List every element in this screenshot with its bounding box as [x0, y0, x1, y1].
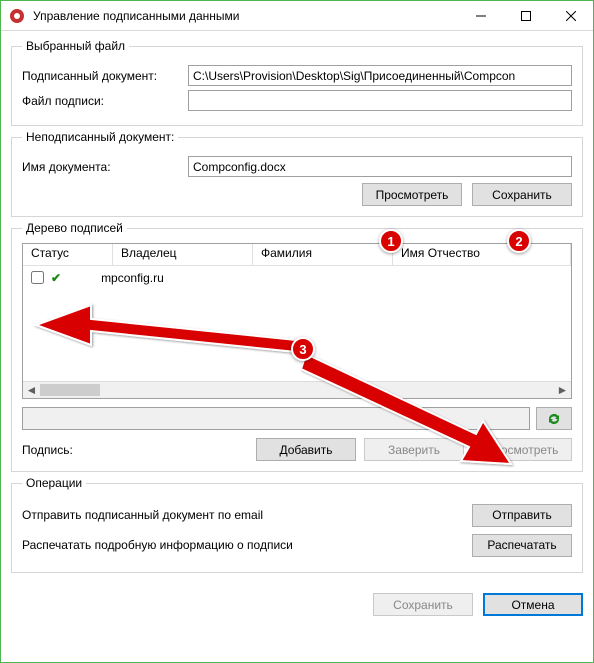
tree-row-text: mpconfig.ru	[101, 271, 164, 285]
view-signature-button: Просмотреть	[472, 438, 572, 461]
add-signature-button[interactable]: Добавить	[256, 438, 356, 461]
unsigned-doc-legend: Неподписанный документ:	[22, 130, 178, 144]
annotation-badge-1: 1	[379, 229, 403, 253]
app-icon	[9, 8, 25, 24]
close-button[interactable]	[548, 1, 593, 31]
view-unsigned-button[interactable]: Просмотреть	[362, 183, 462, 206]
scroll-left-icon[interactable]: ◄	[23, 383, 40, 397]
operations-legend: Операции	[22, 476, 86, 490]
print-info-button[interactable]: Распечатать	[472, 534, 572, 557]
footer-cancel-button[interactable]: Отмена	[483, 593, 583, 616]
send-email-label: Отправить подписанный документ по email	[22, 508, 263, 522]
check-icon: ✔	[51, 271, 61, 285]
col-owner[interactable]: Владелец	[113, 244, 253, 265]
col-status[interactable]: Статус	[23, 244, 113, 265]
unsigned-doc-group: Неподписанный документ: Имя документа: П…	[11, 130, 583, 217]
dialog-footer: Сохранить Отмена	[1, 587, 593, 626]
sig-file-label: Файл подписи:	[22, 94, 180, 108]
titlebar: Управление подписанными данными	[1, 1, 593, 31]
footer-save-button: Сохранить	[373, 593, 473, 616]
doc-name-input[interactable]	[188, 156, 572, 177]
tree-row-checkbox[interactable]	[31, 271, 44, 284]
signature-tree-legend: Дерево подписей	[22, 221, 127, 235]
operations-group: Операции Отправить подписанный документ …	[11, 476, 583, 573]
print-info-label: Распечатать подробную информацию о подпи…	[22, 538, 293, 552]
tree-header: Статус Владелец Фамилия Имя Отчество	[23, 244, 571, 266]
signed-doc-label: Подписанный документ:	[22, 69, 180, 83]
scroll-thumb[interactable]	[40, 384, 100, 396]
doc-name-label: Имя документа:	[22, 160, 180, 174]
col-surname[interactable]: Фамилия	[253, 244, 393, 265]
signature-tree[interactable]: Статус Владелец Фамилия Имя Отчество ✔ m…	[22, 243, 572, 399]
send-email-button[interactable]: Отправить	[472, 504, 572, 527]
refresh-icon	[546, 411, 562, 427]
tree-path-input[interactable]	[22, 407, 530, 430]
minimize-button[interactable]	[458, 1, 503, 31]
window-title: Управление подписанными данными	[33, 9, 458, 23]
tree-row[interactable]: ✔ mpconfig.ru	[27, 268, 567, 287]
sig-file-input[interactable]	[188, 90, 572, 111]
annotation-badge-2: 2	[507, 229, 531, 253]
col-name-patronymic[interactable]: Имя Отчество	[393, 244, 571, 265]
maximize-button[interactable]	[503, 1, 548, 31]
certify-button: Заверить	[364, 438, 464, 461]
selected-file-legend: Выбранный файл	[22, 39, 129, 53]
signature-label: Подпись:	[22, 443, 102, 457]
annotation-badge-3: 3	[291, 337, 315, 361]
save-unsigned-button[interactable]: Сохранить	[472, 183, 572, 206]
signed-doc-input[interactable]	[188, 65, 572, 86]
refresh-button[interactable]	[536, 407, 572, 430]
scroll-right-icon[interactable]: ►	[554, 383, 571, 397]
selected-file-group: Выбранный файл Подписанный документ: Фай…	[11, 39, 583, 126]
tree-h-scrollbar[interactable]: ◄ ►	[23, 381, 571, 398]
